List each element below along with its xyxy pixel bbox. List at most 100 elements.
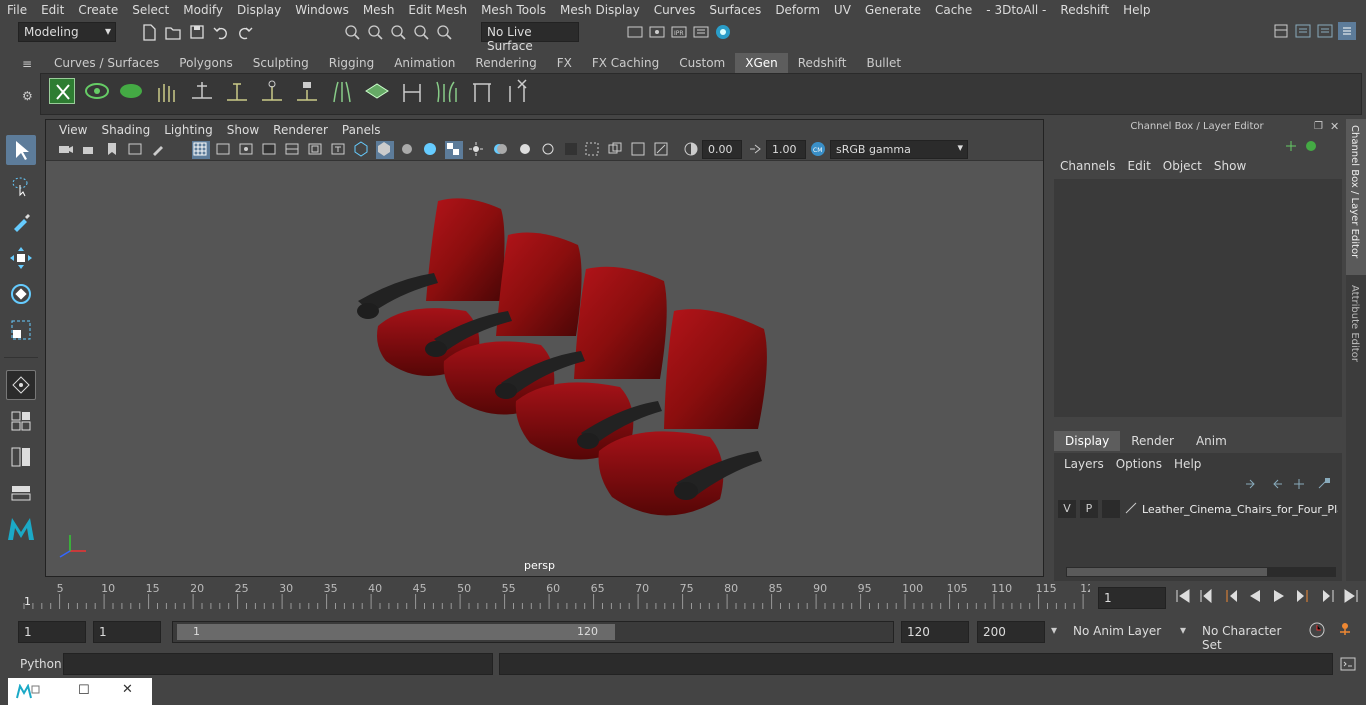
- motion-blur-icon[interactable]: [517, 141, 535, 159]
- range-slider-bar[interactable]: [177, 624, 615, 640]
- select-tool-icon[interactable]: [6, 135, 36, 165]
- safe-action-icon[interactable]: [307, 141, 325, 159]
- menu-modify[interactable]: Modify: [176, 3, 230, 17]
- new-layer-icon[interactable]: [1292, 477, 1308, 494]
- go-to-start-icon[interactable]: [1174, 588, 1192, 607]
- ipr-render-icon[interactable]: IPR: [670, 23, 688, 41]
- scene-start-field[interactable]: 1: [18, 621, 86, 643]
- playback-start-field[interactable]: 1: [93, 621, 161, 643]
- menu-curves[interactable]: Curves: [647, 3, 703, 17]
- menu-display[interactable]: Display: [230, 3, 288, 17]
- shelf-tab-rigging[interactable]: Rigging: [319, 53, 384, 73]
- current-frame-field[interactable]: 1: [1098, 587, 1166, 609]
- field-chart-icon[interactable]: [284, 141, 302, 159]
- tool-settings-toggle-icon[interactable]: [1316, 22, 1334, 40]
- tab-attribute-editor[interactable]: Attribute Editor: [1346, 279, 1366, 379]
- xgen-editor-icon[interactable]: [49, 78, 75, 104]
- image-plane-icon[interactable]: [127, 141, 145, 159]
- render-current-icon[interactable]: [648, 23, 666, 41]
- menu-select[interactable]: Select: [125, 3, 176, 17]
- chevron-down-icon[interactable]: ▾: [1051, 623, 1057, 637]
- menu-cache[interactable]: Cache: [928, 3, 979, 17]
- viewport-menu-panels[interactable]: Panels: [335, 123, 388, 137]
- chevron-down-icon[interactable]: ▾: [1180, 623, 1186, 637]
- menu-3dtoall[interactable]: - 3DtoAll -: [979, 3, 1053, 17]
- viewport-scene[interactable]: persp: [46, 161, 1043, 576]
- shelf-gear-icon[interactable]: ⚙: [22, 89, 33, 103]
- playback-end-field[interactable]: 120: [901, 621, 969, 643]
- scale-tool-icon[interactable]: [6, 315, 36, 345]
- script-editor-icon[interactable]: [1339, 655, 1357, 676]
- paint-select-tool-icon[interactable]: [6, 207, 36, 237]
- shelf-tab-redshift[interactable]: Redshift: [788, 53, 857, 73]
- menu-mesh[interactable]: Mesh: [356, 3, 402, 17]
- menu-deform[interactable]: Deform: [768, 3, 827, 17]
- xgen-add-guide-icon[interactable]: [189, 78, 215, 104]
- layout-icon[interactable]: [1272, 22, 1290, 40]
- shelf-tab-fx-caching[interactable]: FX Caching: [582, 53, 669, 73]
- default-material-icon[interactable]: [399, 141, 417, 159]
- xgen-transfer-icon[interactable]: [399, 78, 425, 104]
- menu-mesh-display[interactable]: Mesh Display: [553, 3, 647, 17]
- safe-title-icon[interactable]: [330, 141, 348, 159]
- wireframe-icon[interactable]: [353, 141, 371, 159]
- xgen-cut-icon[interactable]: [469, 78, 495, 104]
- move-tool-icon[interactable]: [6, 243, 36, 273]
- xgen-rebuild-guide-icon[interactable]: [329, 78, 355, 104]
- shelf-tab-bullet[interactable]: Bullet: [856, 53, 911, 73]
- smooth-shade-icon[interactable]: [376, 141, 394, 159]
- step-back-key-icon[interactable]: [1198, 588, 1216, 607]
- undo-icon[interactable]: [212, 23, 230, 41]
- play-backwards-icon[interactable]: [1246, 588, 1264, 607]
- layer-tab-render[interactable]: Render: [1120, 431, 1185, 451]
- minimized-window[interactable]: ☐ ✕: [8, 678, 152, 705]
- new-layer-selected-icon[interactable]: [1316, 477, 1332, 494]
- layout-outliner-icon[interactable]: [6, 442, 36, 472]
- layout-single-icon[interactable]: [6, 406, 36, 436]
- render-view-icon[interactable]: [626, 23, 644, 41]
- play-forwards-icon[interactable]: [1270, 588, 1288, 607]
- range-slider[interactable]: 1 120: [172, 621, 894, 643]
- viewport-menu-lighting[interactable]: Lighting: [157, 123, 220, 137]
- shelf-menu-icon[interactable]: ≡: [22, 57, 32, 71]
- channel-dot-icon[interactable]: [1304, 139, 1318, 156]
- camera-lock-icon[interactable]: [81, 141, 99, 159]
- viewport-menu-show[interactable]: Show: [220, 123, 266, 137]
- snap-surface-icon[interactable]: [435, 23, 453, 41]
- menu-windows[interactable]: Windows: [288, 3, 356, 17]
- render-settings-icon[interactable]: [692, 23, 710, 41]
- shelf-tab-rendering[interactable]: Rendering: [465, 53, 546, 73]
- shelf-tab-xgen[interactable]: XGen: [735, 53, 788, 73]
- channel-menu-show[interactable]: Show: [1208, 159, 1252, 173]
- channel-box-toggle-icon[interactable]: [1338, 22, 1356, 40]
- isolate-select-icon[interactable]: [584, 141, 602, 159]
- xgen-preview-icon[interactable]: [84, 78, 110, 104]
- layer-playback-toggle[interactable]: P: [1080, 500, 1098, 518]
- resolution-gate-icon[interactable]: [238, 141, 256, 159]
- auto-key-icon[interactable]: [1308, 621, 1326, 642]
- tab-channel-box[interactable]: Channel Box / Layer Editor: [1346, 119, 1366, 275]
- layer-menu-options[interactable]: Options: [1110, 457, 1168, 471]
- scene-end-field[interactable]: 200: [977, 621, 1045, 643]
- new-scene-icon[interactable]: [140, 23, 158, 41]
- shelf-tab-custom[interactable]: Custom: [669, 53, 735, 73]
- menu-edit-mesh[interactable]: Edit Mesh: [401, 3, 474, 17]
- shelf-tab-polygons[interactable]: Polygons: [169, 53, 242, 73]
- layer-tab-anim[interactable]: Anim: [1185, 431, 1238, 451]
- wireframe-on-shaded-icon[interactable]: [422, 141, 440, 159]
- viewport-menu-view[interactable]: View: [52, 123, 94, 137]
- xray-icon[interactable]: [607, 141, 625, 159]
- step-forward-key-icon[interactable]: [1318, 588, 1336, 607]
- step-forward-frame-icon[interactable]: [1294, 588, 1312, 607]
- xray-joints-icon[interactable]: [653, 141, 671, 159]
- layout-graph-icon[interactable]: [6, 478, 36, 508]
- textured-icon[interactable]: [445, 141, 463, 159]
- step-back-frame-icon[interactable]: [1222, 588, 1240, 607]
- close-icon[interactable]: ✕: [1330, 120, 1339, 133]
- layer-menu-help[interactable]: Help: [1168, 457, 1207, 471]
- layer-scrollbar[interactable]: [1066, 567, 1336, 577]
- channel-menu-channels[interactable]: Channels: [1054, 159, 1122, 173]
- snap-grid-icon[interactable]: [343, 23, 361, 41]
- grid-toggle-icon[interactable]: [192, 141, 210, 159]
- animation-prefs-icon[interactable]: [1336, 621, 1354, 642]
